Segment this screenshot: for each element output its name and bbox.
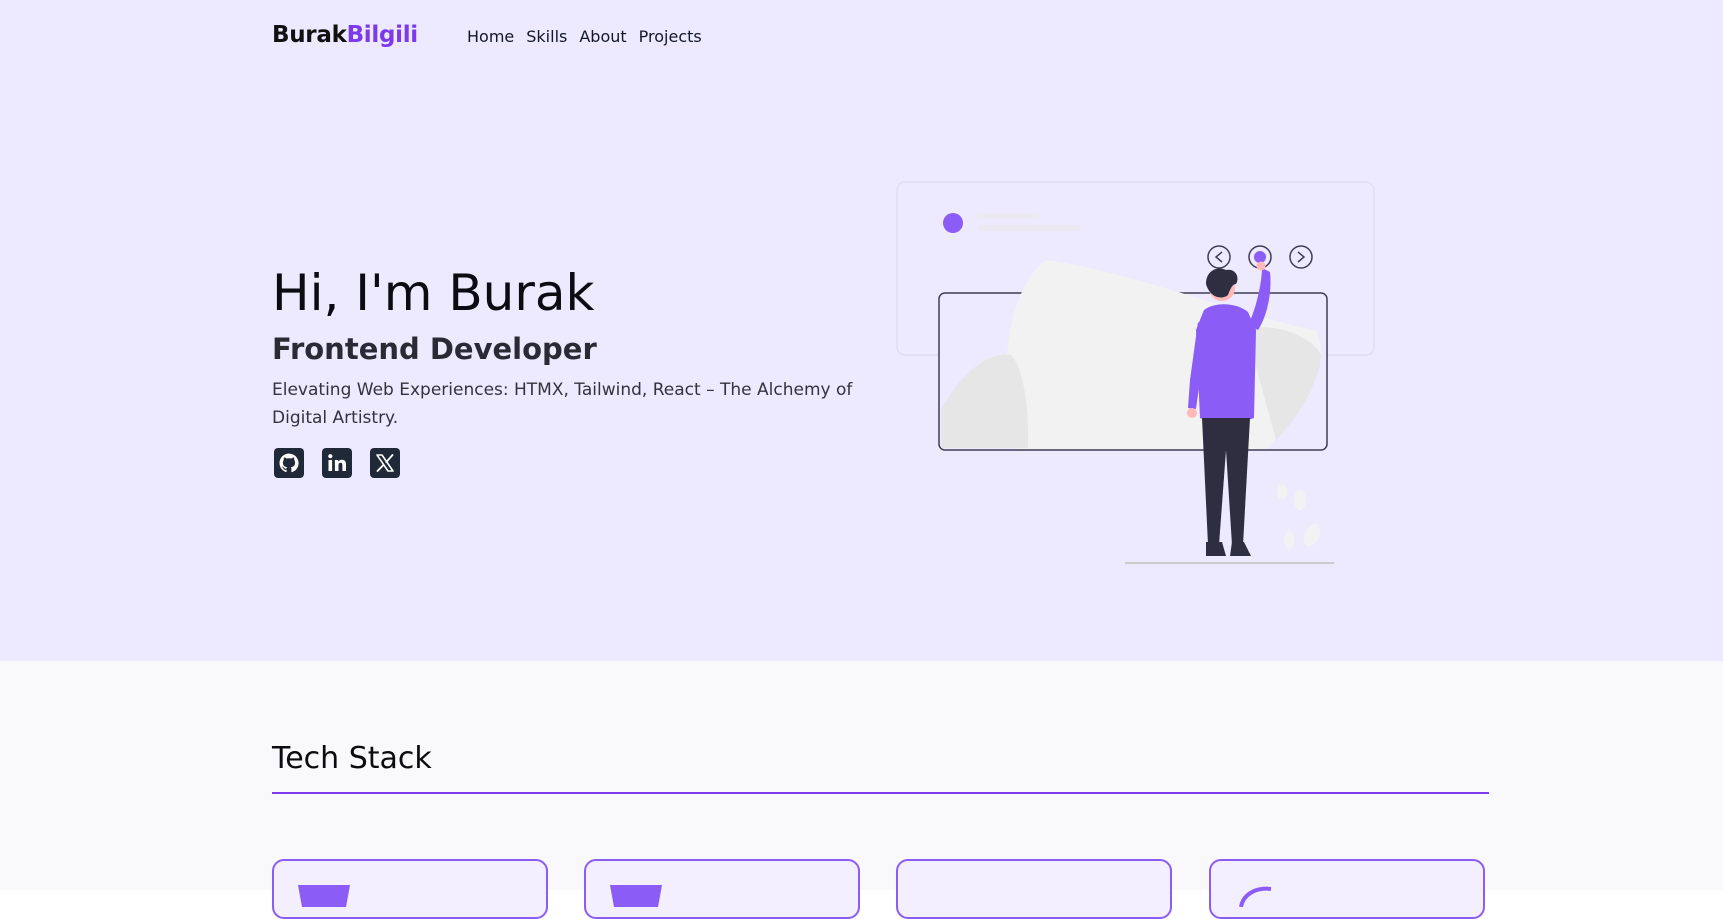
hero-tagline: Elevating Web Experiences: HTMX, Tailwin… bbox=[272, 380, 853, 428]
hero-illustration bbox=[896, 181, 1375, 564]
hero-greeting: Hi, I'm Burak bbox=[272, 264, 595, 322]
tech-stack-section bbox=[0, 661, 1723, 890]
tech-card-tailwind[interactable] bbox=[896, 859, 1172, 919]
tech-stack-title: Tech Stack bbox=[272, 741, 432, 776]
github-icon[interactable] bbox=[274, 448, 304, 478]
hero-role: Frontend Developer bbox=[272, 332, 597, 366]
tech-card-react[interactable] bbox=[1209, 859, 1485, 919]
tech-card-css[interactable] bbox=[584, 859, 860, 919]
logo-last-name: Bilgili bbox=[346, 22, 419, 48]
x-icon[interactable] bbox=[370, 448, 400, 478]
tailwind-icon bbox=[918, 877, 978, 907]
social-links bbox=[274, 448, 400, 478]
nav-home[interactable]: Home bbox=[467, 27, 514, 46]
linkedin-icon[interactable] bbox=[322, 448, 352, 478]
hero-section: BurakBilgili Home Skills About Projects … bbox=[0, 0, 1723, 661]
site-logo[interactable]: BurakBilgili bbox=[272, 22, 418, 48]
logo-first-name: Burak bbox=[272, 22, 347, 48]
nav-about[interactable]: About bbox=[579, 27, 626, 46]
tech-stack-divider bbox=[272, 792, 1489, 794]
nav-skills[interactable]: Skills bbox=[526, 27, 567, 46]
html5-icon bbox=[298, 885, 350, 907]
css3-icon bbox=[610, 885, 662, 907]
react-icon bbox=[1239, 886, 1272, 907]
nav-projects[interactable]: Projects bbox=[639, 27, 702, 46]
tech-card-html[interactable] bbox=[272, 859, 548, 919]
main-nav: Home Skills About Projects bbox=[467, 27, 702, 46]
